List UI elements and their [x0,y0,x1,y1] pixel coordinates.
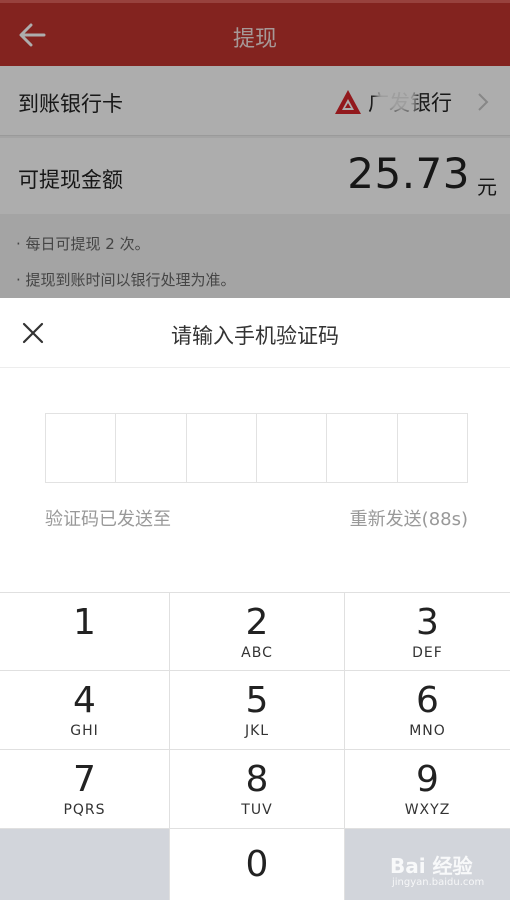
resend-button[interactable]: 重新发送(88s) [350,505,468,531]
code-input[interactable] [45,413,468,483]
key-7[interactable]: 7 PQRS [0,750,170,829]
code-digit-box[interactable] [46,414,117,482]
key-9[interactable]: 9 WXYZ [345,750,510,829]
key-4[interactable]: 4 GHI [0,671,170,750]
modal-overlay[interactable] [0,0,510,298]
verification-sheet: 请输入手机验证码 验证码已发送至 重新发送(88s) 1 2 ABC 3 DEF… [0,298,510,900]
key-6[interactable]: 6 MNO [345,671,510,750]
privacy-blur [188,504,300,528]
key-1[interactable]: 1 [0,593,170,671]
code-sent-text: 验证码已发送至 [45,509,171,530]
key-2[interactable]: 2 ABC [170,593,345,671]
code-digit-box[interactable] [257,414,328,482]
sheet-header: 请输入手机验证码 [0,298,510,368]
key-8[interactable]: 8 TUV [170,750,345,829]
code-digit-box[interactable] [398,414,467,482]
code-digit-box[interactable] [116,414,187,482]
watermark-url: jingyan.baidu.com [392,877,485,888]
code-digit-box[interactable] [187,414,257,482]
key-3[interactable]: 3 DEF [345,593,510,671]
key-blank-left [0,829,170,900]
code-digit-box[interactable] [327,414,398,482]
key-5[interactable]: 5 JKL [170,671,345,750]
watermark-logo: Bai 经验 [390,854,473,878]
sheet-title: 请输入手机验证码 [171,324,339,348]
key-0[interactable]: 0 [170,829,345,900]
